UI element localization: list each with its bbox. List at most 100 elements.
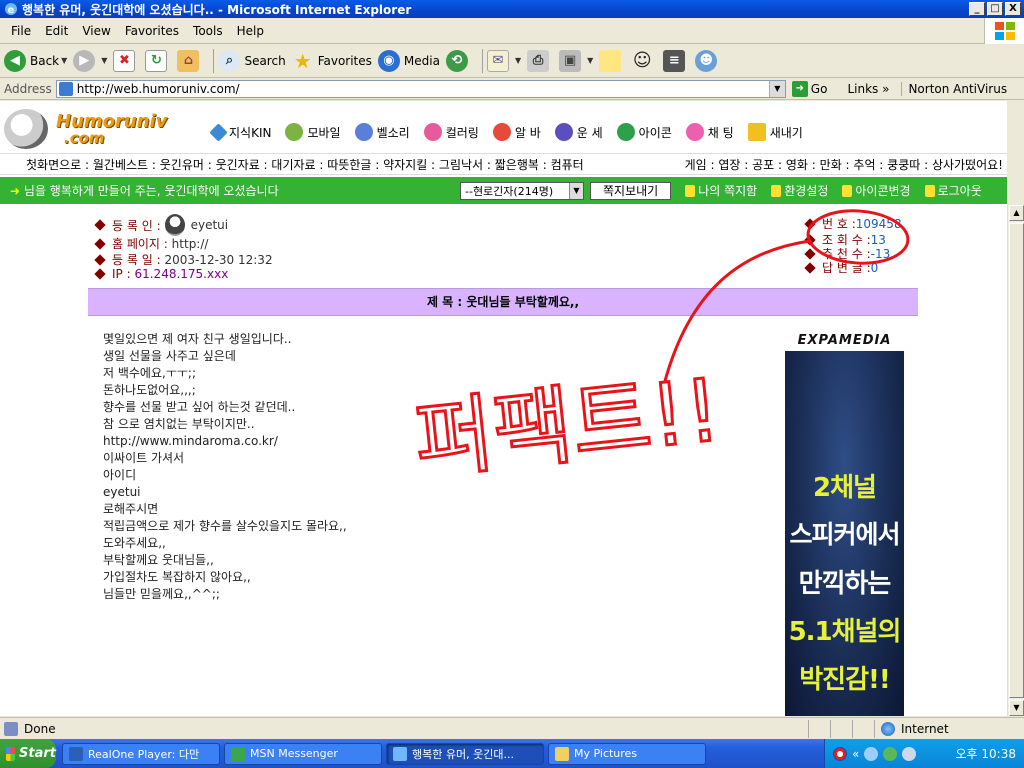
settings-icon xyxy=(771,184,782,197)
volume-icon[interactable] xyxy=(902,746,917,761)
post-body: 몇일있으면 제 여자 친구 생일입니다.. 생일 선물을 사주고 싶은데 저 백수에… xyxy=(103,331,347,603)
author-name[interactable]: eyetui xyxy=(191,218,229,232)
forward-dropdown-icon[interactable]: ▼ xyxy=(101,56,107,65)
back-button[interactable]: ◀ Back ▼ xyxy=(4,49,67,72)
edit-dropdown-icon[interactable]: ▼ xyxy=(587,56,593,65)
scroll-up-arrow-icon[interactable]: ▲ xyxy=(1009,205,1024,221)
mail-dropdown-icon[interactable]: ▼ xyxy=(515,56,521,65)
bullet-diamond-icon xyxy=(94,253,106,266)
nav-icon[interactable]: 아이콘 xyxy=(616,123,672,141)
stop-icon: ✖ xyxy=(113,49,136,72)
nav-mobile[interactable]: 모바일 xyxy=(285,123,341,141)
go-button[interactable]: ➜ Go xyxy=(791,80,828,97)
msn-icon xyxy=(231,746,245,761)
language-icon[interactable] xyxy=(833,746,847,761)
post-body-line: 이싸이트 가셔서 xyxy=(103,451,185,465)
post-number: 109458 xyxy=(855,216,902,231)
subnav-left-links[interactable]: 첫화면으로 : 월간베스트 : 웃긴유머 : 웃긴자료 : 대기자료 : 따뜻한… xyxy=(0,156,685,173)
address-input[interactable]: http://web.humoruniv.com/ ▼ xyxy=(55,79,786,98)
nav-label: 컬러링 xyxy=(445,125,479,140)
start-button[interactable]: Start xyxy=(0,739,56,768)
search-button[interactable]: ⌕ Search xyxy=(218,49,286,72)
homepage-link[interactable]: http:// xyxy=(172,237,209,251)
svg-text:e: e xyxy=(8,5,15,16)
nav-alba[interactable]: 알 바 xyxy=(492,123,541,141)
send-message-button[interactable]: 쪽지보내기 xyxy=(590,181,672,200)
norton-antivirus-button[interactable]: Norton AntiVirus xyxy=(901,81,1007,96)
ad-banner[interactable]: EXPAMEDIA 2채널 스피커에서 만끽하는 5.1채널의 박진감!! xyxy=(785,331,904,716)
subnav-right-links[interactable]: 게임 : 엽장 : 공포 : 영화 : 만화 : 추억 : 쿵쿵따 : 상사가떴… xyxy=(685,156,1007,173)
forward-button[interactable]: ▶ ▼ xyxy=(73,49,107,72)
icon-change-link[interactable]: 아이콘변경 xyxy=(842,182,911,199)
nav-fortune[interactable]: 운 세 xyxy=(554,123,603,141)
history-icon: ⟲ xyxy=(445,49,468,72)
nav-label: 알 바 xyxy=(514,125,541,140)
arrow-icon: ➜ xyxy=(10,184,21,198)
msn-tray-icon[interactable] xyxy=(883,746,898,761)
favorites-label: Favorites xyxy=(317,53,372,68)
online-users-select[interactable]: --현로긴자(214명) ▼ xyxy=(460,181,584,200)
scroll-thumb[interactable] xyxy=(1009,223,1024,698)
menu-view[interactable]: View xyxy=(75,24,117,38)
address-dropdown-icon[interactable]: ▼ xyxy=(768,80,785,97)
media-button[interactable]: ◉ Media xyxy=(377,49,440,72)
settings-link[interactable]: 환경설정 xyxy=(771,182,828,199)
nav-label: 지식KIN xyxy=(229,125,272,140)
maximize-button[interactable]: □ xyxy=(987,2,1003,16)
print-button[interactable]: ⎙ xyxy=(527,49,553,72)
notes-button[interactable] xyxy=(599,49,625,72)
taskbar-item-realone[interactable]: RealOne Player: 다만 xyxy=(62,742,220,765)
post-body-line[interactable]: http://www.mindaroma.co.kr/ xyxy=(103,433,347,450)
edit-button[interactable]: ▣ ▼ xyxy=(559,49,593,72)
links-button[interactable]: Links » xyxy=(847,82,889,96)
bullet-diamond-icon xyxy=(804,233,816,246)
messenger-button[interactable]: ☺ xyxy=(631,50,657,72)
site-logo[interactable]: Humoruniv .com xyxy=(4,109,194,149)
back-dropdown-icon[interactable]: ▼ xyxy=(61,56,67,65)
my-messages-link[interactable]: 나의 쪽지함 xyxy=(685,182,757,199)
chevron-down-icon: ▼ xyxy=(569,182,583,199)
tray-expand-icon[interactable]: « xyxy=(852,747,859,761)
menu-file[interactable]: File xyxy=(4,24,38,38)
address-url: http://web.humoruniv.com/ xyxy=(76,81,240,96)
nav-coloring[interactable]: 컬러링 xyxy=(423,123,479,141)
sub-nav: 첫화면으로 : 월간베스트 : 웃긴유머 : 웃긴자료 : 대기자료 : 따뜻한… xyxy=(0,153,1007,175)
nav-jisik[interactable]: 지식KIN xyxy=(209,122,272,142)
member-bar: ➜ 님을 행복하게 만들어 주는, 웃긴대학에 오셨습니다 --현로긴자(214… xyxy=(0,177,1007,204)
close-button[interactable]: X xyxy=(1005,2,1021,16)
nav-newbie[interactable]: 새내기 xyxy=(747,123,803,141)
stop-button[interactable]: ✖ xyxy=(113,49,139,72)
go-label: Go xyxy=(810,81,828,96)
back-label: Back xyxy=(30,53,60,68)
research-button[interactable]: ≡ xyxy=(663,49,689,72)
search-icon: ⌕ xyxy=(218,49,241,72)
nav-ringtone[interactable]: 벨소리 xyxy=(354,123,410,141)
refresh-button[interactable]: ↻ xyxy=(145,49,171,72)
menu-bar: File Edit View Favorites Tools Help xyxy=(0,18,1024,44)
taskbar-item-msn[interactable]: MSN Messenger xyxy=(224,742,382,765)
window-title: 행복한 유머, 웃긴대학에 오셨습니다.. - Microsoft Intern… xyxy=(22,2,412,17)
author-label: 등 록 인 : xyxy=(112,218,161,233)
network-icon[interactable] xyxy=(864,746,879,761)
status-cell xyxy=(852,719,874,738)
warning-icon xyxy=(842,184,853,197)
popup-blocked-icon[interactable] xyxy=(830,719,852,738)
history-button[interactable]: ⟲ xyxy=(445,49,472,72)
minimize-button[interactable]: _ xyxy=(969,2,985,16)
home-button[interactable]: ⌂ xyxy=(177,49,203,72)
menu-help[interactable]: Help xyxy=(230,24,271,38)
menu-edit[interactable]: Edit xyxy=(38,24,75,38)
discuss-button[interactable]: ☻ xyxy=(695,49,721,72)
bullet-diamond-icon xyxy=(804,247,816,260)
taskbar-item-mypictures[interactable]: My Pictures xyxy=(548,742,706,765)
favorites-button[interactable]: ★ Favorites xyxy=(292,49,372,73)
vertical-scrollbar[interactable]: ▲ ▼ xyxy=(1007,205,1024,716)
menu-favorites[interactable]: Favorites xyxy=(118,24,186,38)
scroll-down-arrow-icon[interactable]: ▼ xyxy=(1009,700,1024,716)
mail-button[interactable]: ✉ ▼ xyxy=(486,49,521,72)
logout-link[interactable]: 로그아웃 xyxy=(924,182,982,199)
menu-tools[interactable]: Tools xyxy=(186,24,230,38)
nav-chat[interactable]: 채 팅 xyxy=(685,123,734,141)
taskbar-item-ie[interactable]: 행복한 유머, 웃긴대... xyxy=(386,742,544,765)
security-zone[interactable]: Internet xyxy=(874,719,1024,738)
